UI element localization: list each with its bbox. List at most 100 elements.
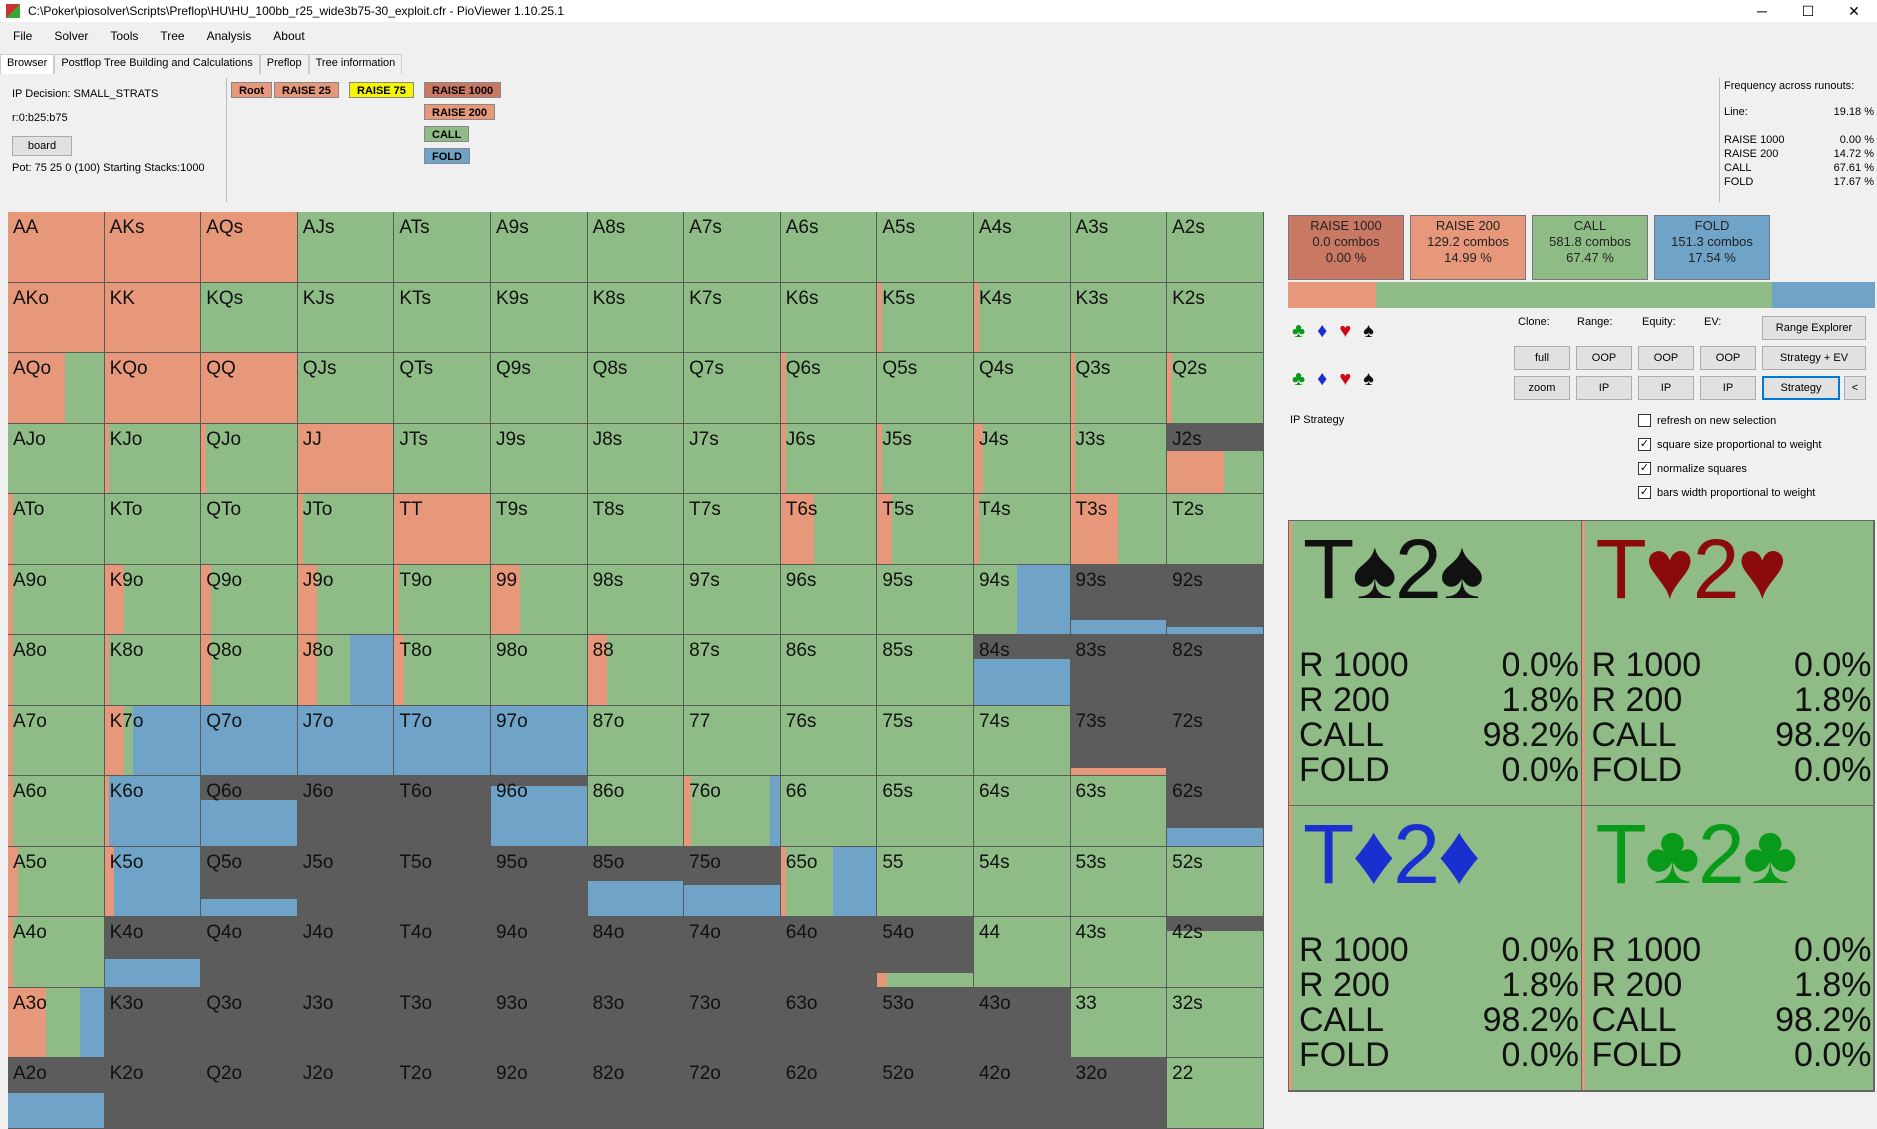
hand-cell[interactable]: KJo	[104, 423, 202, 494]
hand-cell[interactable]: T5o	[394, 846, 491, 917]
hand-cell[interactable]: 74o	[684, 917, 781, 988]
hand-cell[interactable]: 77	[684, 705, 781, 776]
hand-cell[interactable]: 53s	[1070, 846, 1168, 917]
equity-oop-button[interactable]: OOP	[1638, 346, 1694, 370]
hand-cell[interactable]: 22	[1167, 1058, 1264, 1129]
hand-cell[interactable]: Q3o	[201, 987, 298, 1058]
club-icon[interactable]: ♣	[1292, 320, 1305, 343]
hand-cell[interactable]: T3s	[1070, 494, 1168, 565]
hand-cell[interactable]: 52o	[877, 1058, 974, 1129]
heart-icon[interactable]: ♥	[1339, 320, 1351, 343]
hand-cell[interactable]: 32o	[1070, 1058, 1168, 1129]
hand-cell[interactable]: J5o	[297, 846, 395, 917]
hand-cell[interactable]: 64o	[780, 917, 878, 988]
hand-cell[interactable]: A7o	[8, 705, 105, 776]
hand-cell[interactable]: 83s	[1070, 635, 1168, 706]
hand-cell[interactable]: J2o	[297, 1058, 395, 1129]
hand-cell[interactable]: 64s	[973, 776, 1071, 847]
tree-node-raise1000[interactable]: RAISE 1000	[424, 82, 502, 98]
hand-cell[interactable]: T7o	[394, 705, 491, 776]
hand-cell[interactable]: A8o	[8, 635, 105, 706]
hand-cell[interactable]: J8o	[297, 635, 395, 706]
hand-cell[interactable]: A8s	[587, 212, 685, 283]
hand-cell[interactable]: K3s	[1070, 282, 1168, 353]
checkbox-box[interactable]: ✓	[1638, 438, 1651, 451]
hand-cell[interactable]: 33	[1070, 987, 1168, 1058]
hand-cell[interactable]: TT	[394, 494, 491, 565]
hand-cell[interactable]: 72o	[684, 1058, 781, 1129]
hand-cell[interactable]: 75s	[877, 705, 974, 776]
hand-cell[interactable]: ATo	[8, 494, 105, 565]
hand-cell[interactable]: 44	[973, 917, 1071, 988]
action-summary-raise200[interactable]: RAISE 200 129.2 combos 14.99 %	[1410, 215, 1526, 280]
menu-analysis[interactable]: Analysis	[194, 29, 261, 49]
menu-file[interactable]: File	[0, 29, 41, 49]
hand-cell[interactable]: 94s	[973, 564, 1071, 635]
close-button[interactable]: ✕	[1831, 0, 1877, 22]
menu-about[interactable]: About	[260, 29, 313, 49]
checkbox-box[interactable]: ✓	[1638, 486, 1651, 499]
hand-cell[interactable]: A6o	[8, 776, 105, 847]
hand-cell[interactable]: 85o	[587, 846, 685, 917]
hand-cell[interactable]: QQ	[201, 353, 298, 424]
hand-cell[interactable]: A6s	[780, 212, 878, 283]
hand-cell[interactable]: A9s	[490, 212, 588, 283]
hand-cell[interactable]: 99	[490, 564, 588, 635]
hand-cell[interactable]: Q3s	[1070, 353, 1168, 424]
hand-cell[interactable]: T2s	[1167, 494, 1264, 565]
tab-postflop[interactable]: Postflop Tree Building and Calculations	[54, 54, 260, 74]
hand-cell[interactable]: 87o	[587, 705, 685, 776]
zoom-button[interactable]: zoom	[1514, 376, 1570, 400]
hand-cell[interactable]: K7o	[104, 705, 202, 776]
hand-cell[interactable]: K7s	[684, 282, 781, 353]
hand-cell[interactable]: T8o	[394, 635, 491, 706]
hand-cell[interactable]: Q8s	[587, 353, 685, 424]
action-summary-call[interactable]: CALL 581.8 combos 67.47 %	[1532, 215, 1648, 280]
hand-cell[interactable]: Q9s	[490, 353, 588, 424]
hand-cell[interactable]: 86o	[587, 776, 685, 847]
hand-cell[interactable]: T6o	[394, 776, 491, 847]
hand-cell[interactable]: T6s	[780, 494, 878, 565]
hand-cell[interactable]: 84o	[587, 917, 685, 988]
hand-cell[interactable]: KK	[104, 282, 202, 353]
hand-cell[interactable]: A4o	[8, 917, 105, 988]
tab-tree-information[interactable]: Tree information	[308, 54, 403, 74]
hand-cell[interactable]: 62o	[780, 1058, 878, 1129]
hand-cell[interactable]: Q6s	[780, 353, 878, 424]
hand-cell[interactable]: AKo	[8, 282, 105, 353]
menu-tree[interactable]: Tree	[147, 29, 193, 49]
diamond-icon[interactable]: ♦	[1317, 368, 1327, 391]
hand-cell[interactable]: 52s	[1167, 846, 1264, 917]
hand-cell[interactable]: 85s	[877, 635, 974, 706]
menu-tools[interactable]: Tools	[97, 29, 147, 49]
tree-node-raise25[interactable]: RAISE 25	[274, 82, 339, 98]
hand-cell[interactable]: A5s	[877, 212, 974, 283]
hand-cell[interactable]: K6s	[780, 282, 878, 353]
hand-cell[interactable]: A5o	[8, 846, 105, 917]
hand-cell[interactable]: KQo	[104, 353, 202, 424]
strategy-ev-button[interactable]: Strategy + EV	[1762, 346, 1866, 370]
hand-cell[interactable]: Q5s	[877, 353, 974, 424]
hand-cell[interactable]: J7s	[684, 423, 781, 494]
hand-cell[interactable]: T4o	[394, 917, 491, 988]
hand-cell[interactable]: 92s	[1167, 564, 1264, 635]
hand-cell[interactable]: J8s	[587, 423, 685, 494]
spade-icon[interactable]: ♠	[1363, 368, 1374, 391]
ev-oop-button[interactable]: OOP	[1700, 346, 1756, 370]
ev-ip-button[interactable]: IP	[1700, 376, 1756, 400]
hand-cell[interactable]: 76o	[684, 776, 781, 847]
heart-icon[interactable]: ♥	[1339, 368, 1351, 391]
hand-cell[interactable]: 93s	[1070, 564, 1168, 635]
hand-cell[interactable]: K5o	[104, 846, 202, 917]
hand-cell[interactable]: AJo	[8, 423, 105, 494]
hand-cell[interactable]: AQo	[8, 353, 105, 424]
hand-cell[interactable]: A2o	[8, 1058, 105, 1129]
hand-cell[interactable]: AA	[8, 212, 105, 283]
hand-cell[interactable]: T9s	[490, 494, 588, 565]
hand-cell[interactable]: 73s	[1070, 705, 1168, 776]
hand-cell[interactable]: K6o	[104, 776, 202, 847]
hand-cell[interactable]: A4s	[973, 212, 1071, 283]
hand-cell[interactable]: KTo	[104, 494, 202, 565]
hand-cell[interactable]: JTs	[394, 423, 491, 494]
hand-cell[interactable]: K4o	[104, 917, 202, 988]
